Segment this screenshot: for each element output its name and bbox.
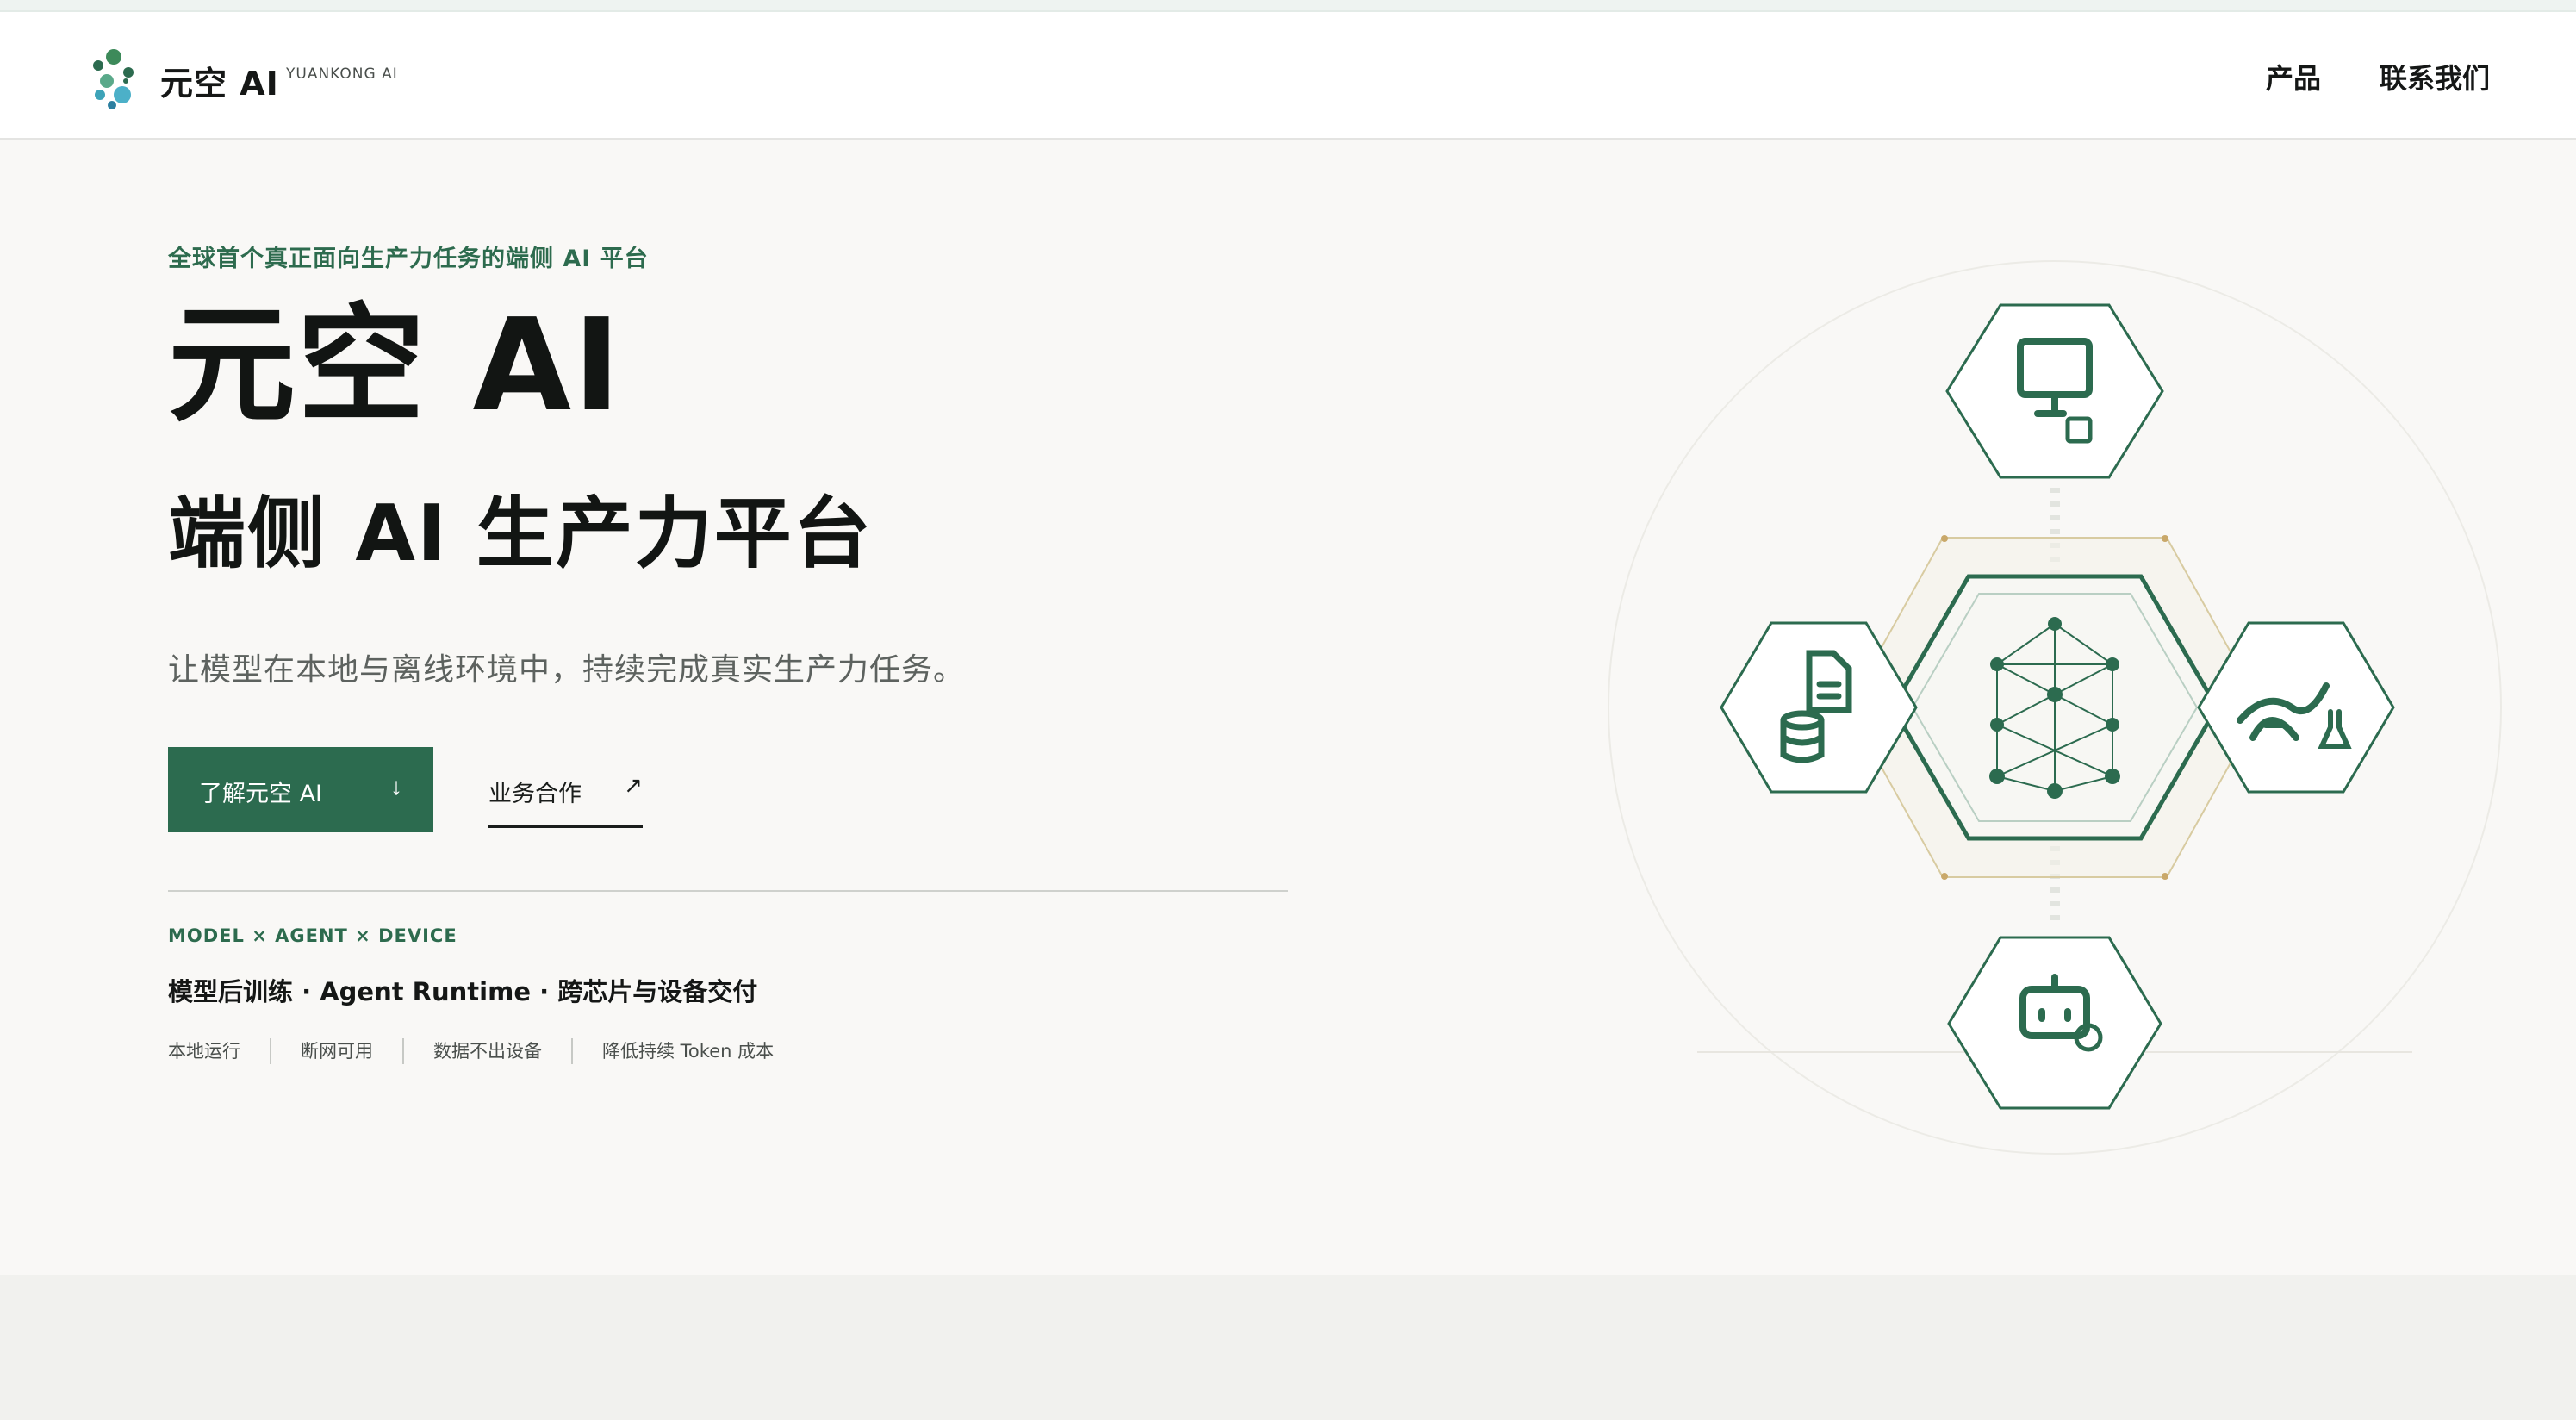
section-divider (168, 890, 1288, 892)
learn-more-label: 了解元空 AI (199, 781, 323, 807)
brand-subtitle: YUANKONG AI (286, 65, 398, 83)
nav-products[interactable]: 产品 (2266, 57, 2321, 97)
business-cooperation-label: 业务合作 (488, 781, 582, 807)
feature-item: 本地运行 (168, 1041, 240, 1062)
hero-eyebrow: 全球首个真正面向生产力任务的端侧 AI 平台 (168, 246, 649, 272)
hero-subtitle: 端侧 AI 生产力平台 (168, 489, 873, 579)
business-cooperation-link[interactable]: 业务合作 ↗ (488, 771, 643, 828)
hero-title: 元空 AI (168, 291, 623, 439)
hero-description: 让模型在本地与离线环境中，持续完成真实生产力任务。 (168, 652, 966, 688)
logo-icon[interactable] (90, 47, 138, 112)
nav-contact[interactable]: 联系我们 (2380, 57, 2490, 97)
feature-item: 降低持续 Token 成本 (571, 1038, 803, 1064)
next-section-band (0, 1275, 2576, 1420)
top-strip (0, 0, 2576, 12)
site-header: 元空 AI YUANKONG AI 产品 联系我们 (0, 12, 2576, 140)
feature-list: 本地运行 断网可用 数据不出设备 降低持续 Token 成本 (168, 1036, 803, 1067)
stack-tagline: MODEL × AGENT × DEVICE (168, 925, 457, 946)
feature-item: 断网可用 (270, 1038, 402, 1064)
feature-item: 数据不出设备 (402, 1038, 571, 1064)
platform-diagram (1608, 260, 2502, 1155)
learn-more-button[interactable]: 了解元空 AI ↓ (168, 747, 433, 832)
brand-name[interactable]: 元空 AI (160, 57, 279, 104)
tech-line: 模型后训练 · Agent Runtime · 跨芯片与设备交付 (168, 977, 758, 1006)
arrow-down-icon: ↓ (390, 773, 402, 800)
arrow-up-right-icon: ↗ (624, 773, 643, 799)
